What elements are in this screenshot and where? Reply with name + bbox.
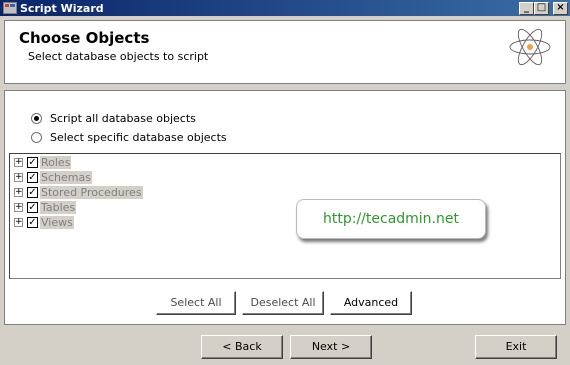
radio-script-all[interactable] [31, 113, 42, 124]
select-all-button[interactable]: Select All [156, 291, 236, 315]
back-button[interactable]: < Back [201, 335, 283, 359]
expand-icon[interactable]: + [14, 157, 23, 167]
close-button[interactable]: × [553, 1, 568, 15]
main-panel: Script all database objects Select speci… [4, 90, 566, 325]
app-icon [3, 2, 17, 14]
page-subtitle: Select database objects to script [28, 50, 209, 63]
tree-item-roles[interactable]: + ✓ Roles [14, 155, 72, 169]
watermark-text: http://tecadmin.net [323, 211, 459, 227]
tree-item-stored-procedures[interactable]: + ✓ Stored Procedures [14, 185, 143, 199]
minimize-button[interactable]: _ [519, 1, 534, 15]
tree-item-label: Tables [40, 200, 77, 214]
window-title: Script Wizard [20, 1, 104, 15]
option-select-specific-label: Select specific database objects [50, 131, 227, 144]
wizard-header: Choose Objects Select database objects t… [4, 20, 566, 84]
checkbox-stored-procedures[interactable]: ✓ [27, 186, 38, 198]
checkbox-schemas[interactable]: ✓ [27, 171, 38, 183]
checkbox-roles[interactable]: ✓ [27, 156, 38, 168]
atom-icon [509, 28, 551, 66]
checkbox-tables[interactable]: ✓ [27, 201, 38, 213]
option-select-specific[interactable]: Select specific database objects [31, 131, 227, 144]
page-title: Choose Objects [19, 29, 150, 47]
tree-item-tables[interactable]: + ✓ Tables [14, 200, 77, 214]
tree-item-label: Views [40, 215, 74, 229]
tree-item-label: Roles [40, 155, 72, 169]
option-script-all[interactable]: Script all database objects [31, 112, 196, 125]
tree-item-label: Stored Procedures [40, 185, 143, 199]
expand-icon[interactable]: + [14, 187, 23, 197]
object-tree[interactable]: + ✓ Roles + ✓ Schemas + ✓ Stored Procedu… [9, 153, 561, 279]
exit-button[interactable]: Exit [475, 335, 557, 359]
maximize-button[interactable]: □ [534, 1, 549, 15]
tree-item-schemas[interactable]: + ✓ Schemas [14, 170, 92, 184]
advanced-button[interactable]: Advanced [330, 291, 412, 315]
tree-item-views[interactable]: + ✓ Views [14, 215, 74, 229]
checkbox-views[interactable]: ✓ [27, 216, 38, 228]
deselect-all-button[interactable]: Deselect All [242, 291, 324, 315]
option-script-all-label: Script all database objects [50, 112, 196, 125]
expand-icon[interactable]: + [14, 217, 23, 227]
watermark-callout: http://tecadmin.net [296, 199, 486, 239]
expand-icon[interactable]: + [14, 202, 23, 212]
title-bar: Script Wizard _ □ × [0, 0, 570, 16]
expand-icon[interactable]: + [14, 172, 23, 182]
radio-select-specific[interactable] [31, 132, 42, 143]
next-button[interactable]: Next > [290, 335, 372, 359]
tree-item-label: Schemas [40, 170, 92, 184]
